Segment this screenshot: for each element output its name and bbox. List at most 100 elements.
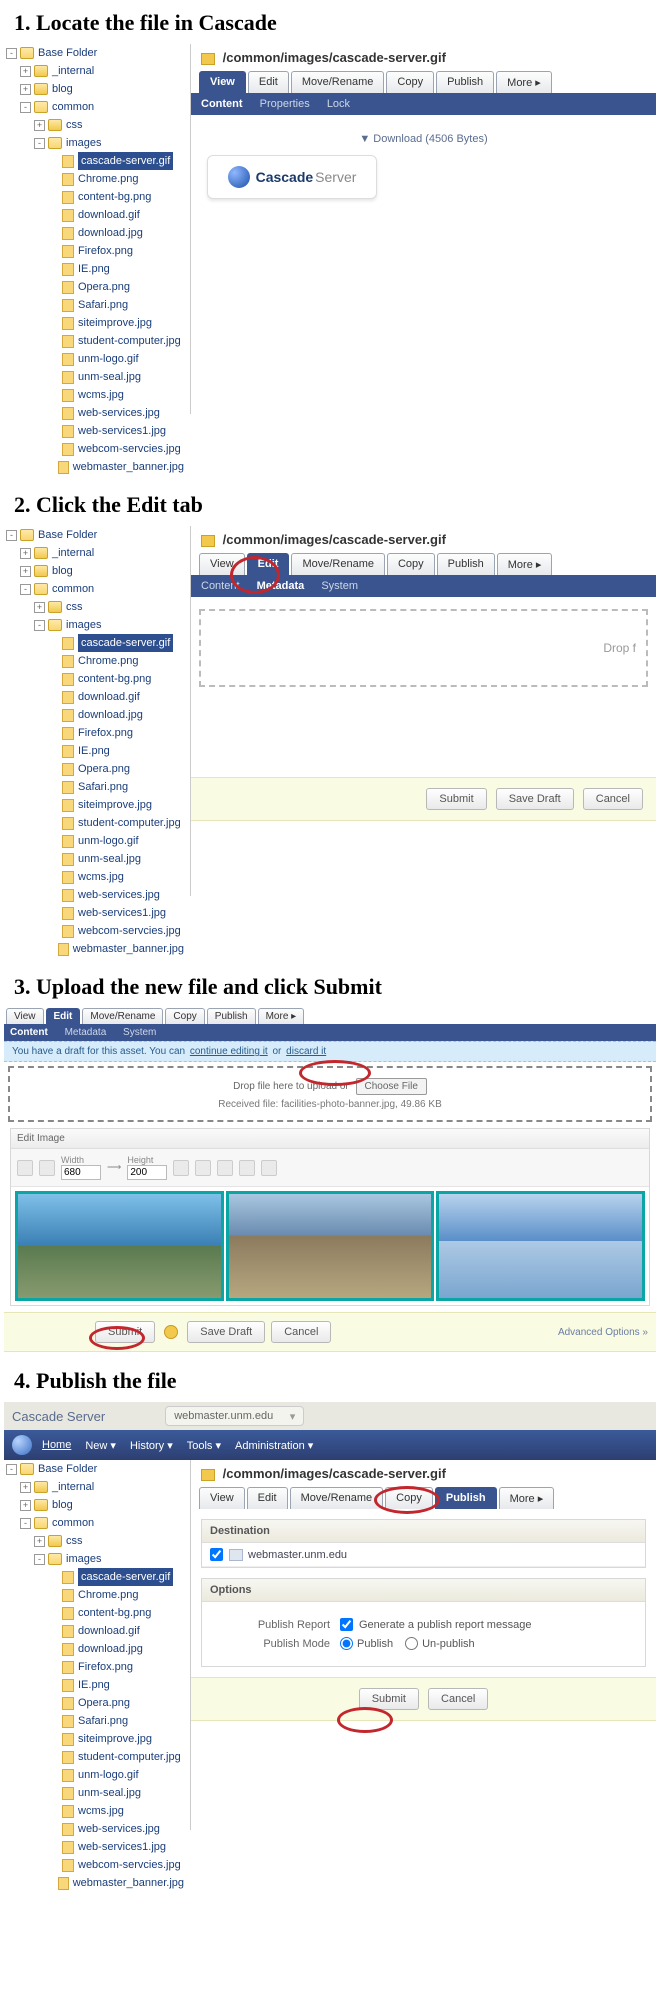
expand-icon[interactable]: - (20, 584, 31, 595)
tree-file[interactable]: webcom-servcies.jpg (6, 1856, 184, 1874)
cancel-button[interactable]: Cancel (428, 1688, 488, 1710)
expand-icon[interactable]: + (20, 548, 31, 559)
tree-file[interactable]: student-computer.jpg (6, 814, 184, 832)
publish-report-checkbox[interactable] (340, 1618, 353, 1631)
choose-file-button[interactable]: Choose File (356, 1078, 427, 1095)
submit-button[interactable]: Submit (359, 1688, 419, 1710)
tree-folder[interactable]: -Base Folder (6, 526, 184, 544)
expand-icon[interactable]: - (34, 1554, 45, 1565)
tree-file[interactable]: web-services.jpg (6, 1820, 184, 1838)
tree-folder[interactable]: -common (6, 1514, 184, 1532)
tree-file[interactable]: student-computer.jpg (6, 332, 184, 350)
tab-move[interactable]: Move/Rename (82, 1008, 163, 1024)
tree-folder[interactable]: -images (6, 1550, 184, 1568)
expand-icon[interactable]: + (20, 566, 31, 577)
menu-home[interactable]: Home (42, 1439, 71, 1451)
cancel-button[interactable]: Cancel (583, 788, 643, 810)
tree-file[interactable]: Firefox.png (6, 1658, 184, 1676)
tree-file[interactable]: Safari.png (6, 296, 184, 314)
menu-history[interactable]: History ▾ (130, 1439, 173, 1452)
tree-file[interactable]: siteimprove.jpg (6, 314, 184, 332)
download-link[interactable]: Download (4506 Bytes) (203, 133, 644, 145)
drop-zone[interactable]: Drop file here to upload or Choose File … (8, 1066, 652, 1122)
tree-file[interactable]: unm-seal.jpg (6, 368, 184, 386)
continue-edit-link[interactable]: continue editing it (190, 1046, 268, 1057)
tree-file[interactable]: unm-seal.jpg (6, 850, 184, 868)
tree-file[interactable]: webmaster_banner.jpg (6, 1874, 184, 1892)
height-input[interactable] (127, 1165, 167, 1180)
expand-icon[interactable]: - (6, 48, 17, 59)
tree-file[interactable]: content-bg.png (6, 1604, 184, 1622)
expand-icon[interactable]: - (34, 138, 45, 149)
save-draft-button[interactable]: Save Draft (187, 1321, 265, 1343)
tab-copy[interactable]: Copy (387, 553, 435, 575)
tree-folder[interactable]: -Base Folder (6, 44, 184, 62)
crop-icon[interactable] (261, 1160, 277, 1176)
tree-file[interactable]: Opera.png (6, 1694, 184, 1712)
tree-file[interactable]: cascade-server.gif (6, 1568, 184, 1586)
tree-file[interactable]: unm-logo.gif (6, 350, 184, 368)
tree-file[interactable]: web-services1.jpg (6, 422, 184, 440)
save-draft-button[interactable]: Save Draft (496, 788, 574, 810)
destination-checkbox[interactable] (210, 1548, 223, 1561)
expand-icon[interactable]: + (34, 602, 45, 613)
expand-icon[interactable]: - (6, 530, 17, 541)
expand-icon[interactable]: + (34, 120, 45, 131)
unpublish-radio[interactable] (405, 1637, 418, 1650)
subtab-content[interactable]: Content (10, 1027, 48, 1038)
tree-file[interactable]: Safari.png (6, 1712, 184, 1730)
tree-file[interactable]: download.gif (6, 206, 184, 224)
tree-file[interactable]: IE.png (6, 1676, 184, 1694)
tree-file[interactable]: Chrome.png (6, 170, 184, 188)
tree-file[interactable]: download.gif (6, 1622, 184, 1640)
tree-file[interactable]: Safari.png (6, 778, 184, 796)
tree-file[interactable]: wcms.jpg (6, 386, 184, 404)
tree-file[interactable]: Firefox.png (6, 724, 184, 742)
tree-folder[interactable]: +blog (6, 1496, 184, 1514)
subtab-content[interactable]: Content (201, 98, 243, 110)
publish-radio[interactable] (340, 1637, 353, 1650)
expand-icon[interactable]: + (34, 1536, 45, 1547)
tab-edit[interactable]: Edit (247, 553, 290, 575)
tree-file[interactable]: siteimprove.jpg (6, 796, 184, 814)
tree-folder[interactable]: +css (6, 1532, 184, 1550)
subtab-system[interactable]: System (123, 1027, 156, 1038)
tab-more[interactable]: More ▸ (258, 1008, 305, 1024)
tree-folder[interactable]: -common (6, 580, 184, 598)
tree-folder[interactable]: +css (6, 598, 184, 616)
tree-file[interactable]: download.jpg (6, 224, 184, 242)
tree-file[interactable]: IE.png (6, 260, 184, 278)
tab-view[interactable]: View (199, 553, 245, 575)
tree-folder[interactable]: +_internal (6, 1478, 184, 1496)
submit-button[interactable]: Submit (95, 1321, 155, 1343)
tree-file[interactable]: Chrome.png (6, 652, 184, 670)
tab-more[interactable]: More ▸ (497, 553, 553, 575)
tree-folder[interactable]: -images (6, 134, 184, 152)
expand-icon[interactable]: - (34, 620, 45, 631)
tab-more[interactable]: More ▸ (496, 71, 552, 93)
tree-file[interactable]: cascade-server.gif (6, 634, 184, 652)
subtab-metadata[interactable]: Metadata (65, 1027, 107, 1038)
tree-folder[interactable]: +_internal (6, 62, 184, 80)
tree-file[interactable]: download.jpg (6, 1640, 184, 1658)
tree-file[interactable]: unm-logo.gif (6, 1766, 184, 1784)
expand-icon[interactable]: + (20, 1500, 31, 1511)
tree-file[interactable]: siteimprove.jpg (6, 1730, 184, 1748)
flip-h-icon[interactable] (217, 1160, 233, 1176)
tab-copy[interactable]: Copy (165, 1008, 204, 1024)
tab-move[interactable]: Move/Rename (291, 553, 385, 575)
tree-file[interactable]: webmaster_banner.jpg (6, 458, 184, 476)
tree-folder[interactable]: +_internal (6, 544, 184, 562)
redo-icon[interactable] (39, 1160, 55, 1176)
rotate-left-icon[interactable] (173, 1160, 189, 1176)
tree-file[interactable]: content-bg.png (6, 188, 184, 206)
expand-icon[interactable]: + (20, 66, 31, 77)
subtab-lock[interactable]: Lock (327, 98, 350, 110)
expand-icon[interactable]: - (6, 1464, 17, 1475)
tree-file[interactable]: web-services1.jpg (6, 904, 184, 922)
tab-publish[interactable]: Publish (436, 71, 494, 93)
cancel-button[interactable]: Cancel (271, 1321, 331, 1343)
subtab-properties[interactable]: Properties (260, 98, 310, 110)
tree-file[interactable]: Opera.png (6, 760, 184, 778)
expand-icon[interactable]: - (20, 1518, 31, 1529)
